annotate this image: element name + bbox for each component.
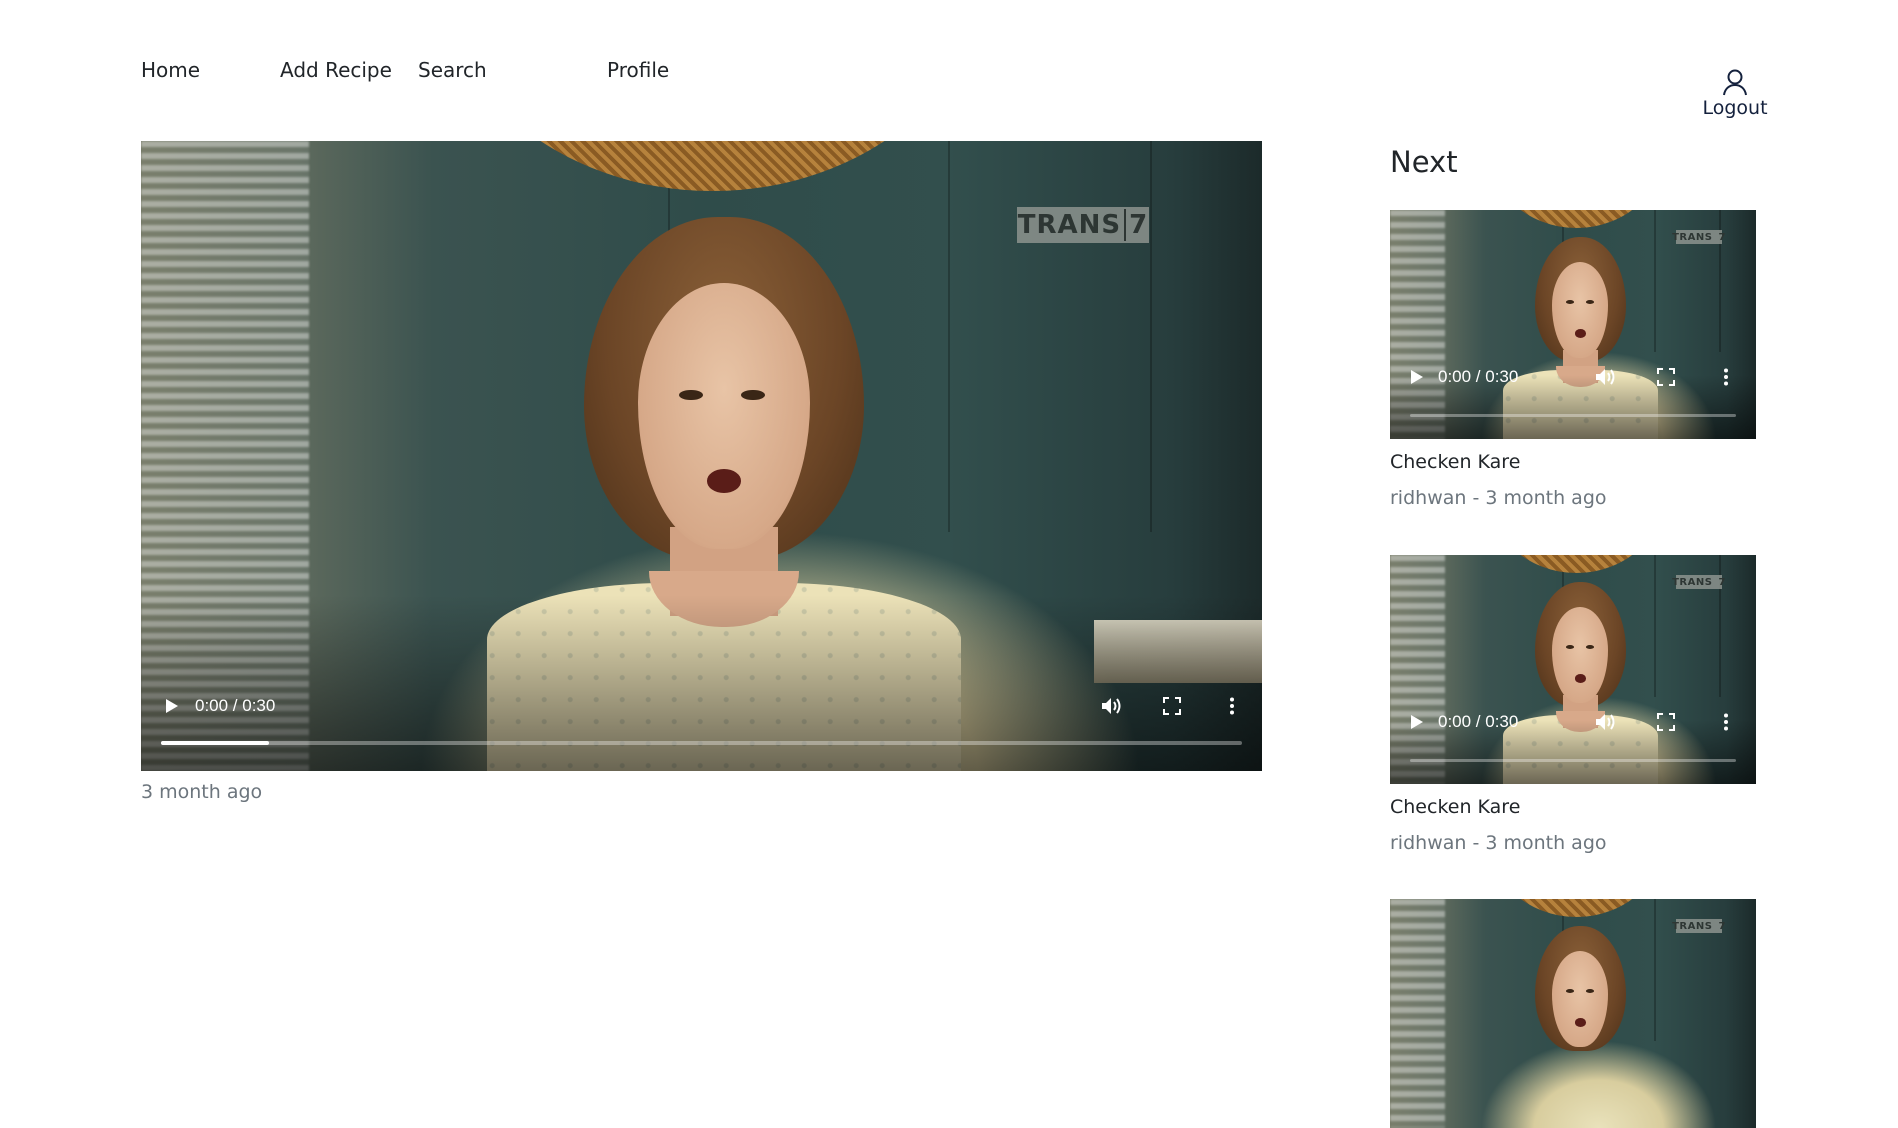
channel-logo: TRANS 7 xyxy=(1672,230,1726,244)
time-display: 0:00 / 0:30 xyxy=(1438,712,1519,731)
play-icon[interactable] xyxy=(165,698,179,714)
next-video-player[interactable]: TRANS 7 0:00 / 0:30 xyxy=(1390,210,1756,439)
next-video-card[interactable]: TRANS 7 xyxy=(1390,899,1756,1128)
channel-logo: TRANS 7 xyxy=(1672,919,1726,933)
logout-label: Logout xyxy=(1702,97,1768,119)
nav-add-recipe-link[interactable]: Add Recipe xyxy=(280,58,392,82)
video-author-date: ridhwan - 3 month ago xyxy=(1390,487,1607,509)
video-controls: 0:00 / 0:30 xyxy=(1390,363,1756,391)
play-icon[interactable] xyxy=(1410,714,1424,730)
logout-button[interactable]: Logout xyxy=(1680,68,1790,119)
video-controls: 0:00 / 0:30 xyxy=(141,691,1262,721)
nav-search-link[interactable]: Search xyxy=(418,58,487,82)
progress-bar[interactable] xyxy=(1410,414,1736,417)
next-heading: Next xyxy=(1390,145,1458,179)
next-video-card[interactable]: TRANS 7 0:00 / 0:30 Checken Kare ridhwan … xyxy=(1390,210,1756,509)
video-upload-date: 3 month ago xyxy=(141,781,263,803)
channel-logo: TRANS 7 xyxy=(1672,575,1726,589)
next-video-player[interactable]: TRANS 7 0:00 / 0:30 xyxy=(1390,555,1756,784)
video-frame xyxy=(1390,899,1756,1128)
top-nav: Home Add Recipe Search Profile Logout xyxy=(0,0,1898,130)
fullscreen-icon[interactable] xyxy=(1636,713,1696,731)
volume-icon[interactable] xyxy=(1082,696,1142,716)
video-title[interactable]: Checken Kare xyxy=(1390,451,1756,473)
volume-icon[interactable] xyxy=(1576,367,1636,387)
fullscreen-icon[interactable] xyxy=(1142,697,1202,715)
next-video-card[interactable]: TRANS 7 0:00 / 0:30 Checken Kare ridhwan … xyxy=(1390,555,1756,854)
progress-bar[interactable] xyxy=(161,741,1242,745)
progress-bar[interactable] xyxy=(1410,759,1736,762)
volume-icon[interactable] xyxy=(1576,712,1636,732)
video-controls: 0:00 / 0:30 xyxy=(1390,708,1756,736)
more-options-icon[interactable] xyxy=(1202,697,1262,715)
next-video-player[interactable]: TRANS 7 xyxy=(1390,899,1756,1128)
play-icon[interactable] xyxy=(1410,369,1424,385)
video-title[interactable]: Checken Kare xyxy=(1390,796,1756,818)
time-display: 0:00 / 0:30 xyxy=(1438,367,1519,386)
more-options-icon[interactable] xyxy=(1696,368,1756,386)
time-display: 0:00 / 0:30 xyxy=(195,696,276,715)
channel-logo: TRANS 7 xyxy=(1017,207,1149,243)
nav-profile-link[interactable]: Profile xyxy=(607,58,669,82)
nav-home-link[interactable]: Home xyxy=(141,58,200,82)
more-options-icon[interactable] xyxy=(1696,713,1756,731)
main-video-player[interactable]: TRANS 7 0:00 / 0:30 xyxy=(141,141,1262,771)
user-icon xyxy=(1723,69,1747,96)
fullscreen-icon[interactable] xyxy=(1636,368,1696,386)
video-author-date: ridhwan - 3 month ago xyxy=(1390,832,1607,854)
